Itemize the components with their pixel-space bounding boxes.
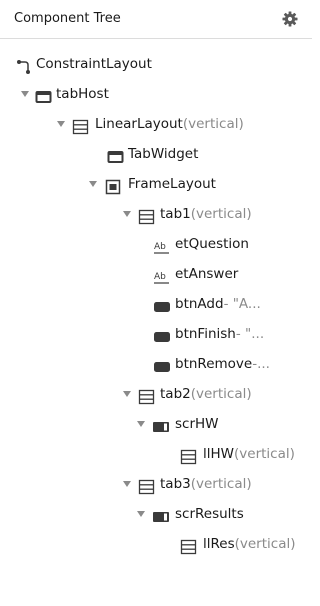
- tree-item-label: llHW: [203, 446, 235, 462]
- edittext-icon: Ab: [153, 236, 171, 254]
- component-tree-panel: Component Tree ConstraintLayout tabHost …: [0, 0, 312, 606]
- tree-item-label: scrHW: [175, 416, 219, 432]
- linear-layout-icon: [138, 386, 156, 405]
- tree-item[interactable]: Ab etAnswer: [0, 259, 312, 289]
- gear-icon[interactable]: [282, 11, 298, 27]
- svg-text:Ab: Ab: [154, 242, 166, 252]
- tree-item-suffix: (vertical): [190, 386, 252, 402]
- linear-layout-icon: [72, 116, 90, 135]
- tree-item[interactable]: llHW(vertical): [0, 439, 312, 469]
- tree-item[interactable]: btnRemove-...: [0, 349, 312, 379]
- scrollview-icon: [152, 416, 170, 432]
- tree-item[interactable]: ConstraintLayout: [0, 49, 312, 79]
- tree-item-suffix: - "A...: [223, 296, 261, 312]
- tree-item-suffix: (vertical): [182, 116, 244, 132]
- tree-item[interactable]: FrameLayout: [0, 169, 312, 199]
- tree-item[interactable]: tab3(vertical): [0, 469, 312, 499]
- expand-arrow-icon[interactable]: [122, 469, 134, 499]
- tree-item[interactable]: LinearLayout(vertical): [0, 109, 312, 139]
- tree-item-label: llRes: [203, 536, 235, 552]
- tree-item-label: etAnswer: [175, 266, 239, 282]
- tabwidget-icon: [107, 146, 125, 163]
- tree-item-label: btnRemove: [175, 356, 253, 372]
- tree-item-label: tab2: [160, 386, 191, 402]
- tree-item[interactable]: btnFinish- "...: [0, 319, 312, 349]
- button-icon: [153, 356, 171, 372]
- svg-text:Ab: Ab: [154, 272, 166, 282]
- tree-item[interactable]: tab2(vertical): [0, 379, 312, 409]
- expand-arrow-icon[interactable]: [122, 379, 134, 409]
- frame-layout-icon: [105, 176, 123, 195]
- panel-header: Component Tree: [0, 0, 312, 39]
- tree-item[interactable]: btnAdd- "A...: [0, 289, 312, 319]
- tree-item[interactable]: scrHW: [0, 409, 312, 439]
- expand-arrow-icon[interactable]: [122, 199, 134, 229]
- tree-item-label: FrameLayout: [128, 176, 216, 192]
- tree-item-label: tab3: [160, 476, 191, 492]
- expand-arrow-icon[interactable]: [56, 109, 68, 139]
- tree-item[interactable]: TabWidget: [0, 139, 312, 169]
- scrollview-icon: [152, 506, 170, 522]
- tree-item-suffix: (vertical): [190, 206, 252, 222]
- constraint-layout-icon: [16, 56, 34, 74]
- tree-item-suffix: (vertical): [234, 536, 296, 552]
- tree-item-label: LinearLayout: [95, 116, 183, 132]
- tree-item-label: tab1: [160, 206, 191, 222]
- tree-item[interactable]: llRes(vertical): [0, 529, 312, 559]
- tree-item-label: scrResults: [175, 506, 244, 522]
- tree-item[interactable]: Ab etQuestion: [0, 229, 312, 259]
- tree-item-suffix: (vertical): [190, 476, 252, 492]
- tree-item-suffix: - "...: [235, 326, 265, 342]
- button-icon: [153, 326, 171, 342]
- tree-item[interactable]: scrResults: [0, 499, 312, 529]
- linear-layout-icon: [180, 536, 198, 555]
- expand-arrow-icon[interactable]: [136, 499, 148, 529]
- linear-layout-icon: [138, 206, 156, 225]
- expand-arrow-icon[interactable]: [88, 169, 100, 199]
- tree-item-label: TabWidget: [128, 146, 199, 162]
- tree-item-label: tabHost: [56, 86, 109, 102]
- tree-item-label: btnAdd: [175, 296, 224, 312]
- edittext-icon: Ab: [153, 266, 171, 284]
- tree-item-suffix: (vertical): [234, 446, 295, 462]
- tree-item[interactable]: tab1(vertical): [0, 199, 312, 229]
- linear-layout-icon: [180, 446, 198, 465]
- tree-item[interactable]: tabHost: [0, 79, 312, 109]
- button-icon: [153, 296, 171, 312]
- expand-arrow-icon[interactable]: [136, 409, 148, 439]
- tree-item-label: etQuestion: [175, 236, 249, 252]
- linear-layout-icon: [138, 476, 156, 495]
- tabhost-icon: [35, 86, 53, 103]
- tree-item-label: btnFinish: [175, 326, 236, 342]
- tree-item-label: ConstraintLayout: [36, 56, 152, 72]
- panel-title: Component Tree: [14, 11, 121, 26]
- tree-item-suffix: -...: [252, 356, 270, 372]
- expand-arrow-icon[interactable]: [20, 79, 32, 109]
